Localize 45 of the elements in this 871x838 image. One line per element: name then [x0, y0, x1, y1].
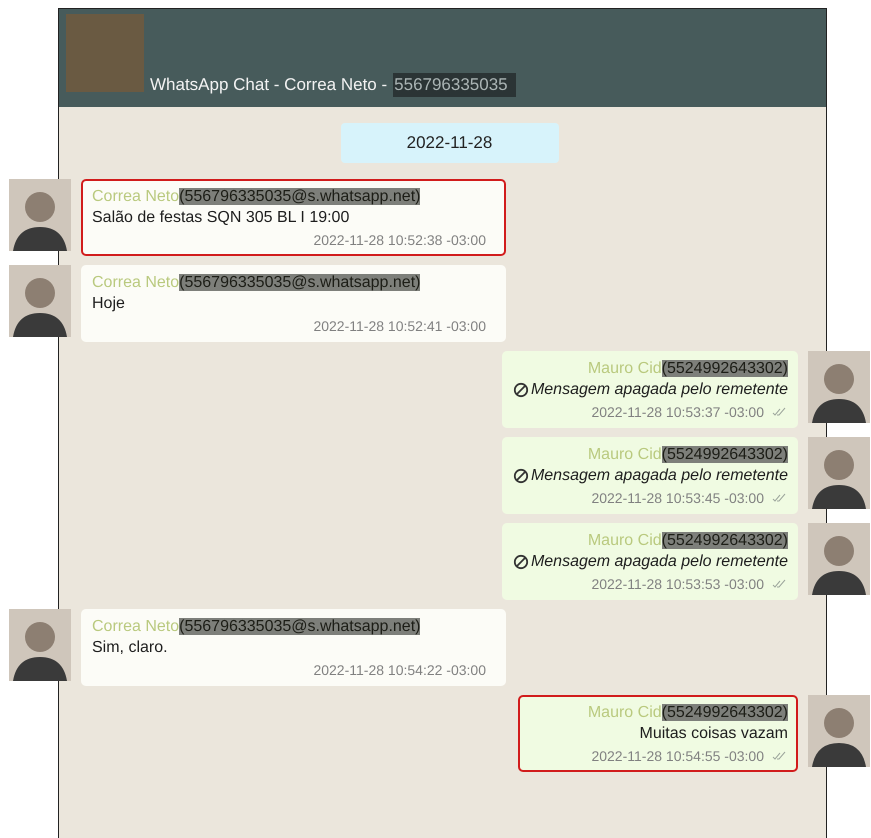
message-time: 2022-11-28 10:54:22 -03:00 — [313, 662, 486, 678]
message-time: 2022-11-28 10:53:37 -03:00 — [591, 404, 764, 420]
sender-name: Mauro Cid — [588, 532, 662, 549]
message-text: Salão de festas SQN 305 BL I 19:00 — [92, 208, 350, 228]
avatar-silhouette-icon — [9, 609, 71, 681]
avatar-silhouette-icon — [808, 695, 870, 767]
sender-name: Mauro Cid — [588, 360, 662, 377]
sender-name: Correa Neto — [92, 618, 180, 635]
sender-id: (5524992643302) — [662, 532, 788, 549]
avatar-silhouette-icon — [808, 351, 870, 423]
sender-id: (5524992643302) — [662, 446, 788, 463]
message-text: Hoje — [92, 294, 125, 314]
phone-number: 556796335035 — [393, 73, 516, 97]
sender-id: (556796335035@s.whatsapp.net) — [179, 618, 420, 635]
message-time: 2022-11-28 10:54:55 -03:00 — [591, 748, 764, 764]
chat-title: WhatsApp Chat - Correa Neto - — [150, 75, 388, 96]
message-text: Mensagem apagada pelo remetente — [530, 552, 788, 572]
date-chip: 2022-11-28 — [340, 123, 558, 163]
prohibited-icon — [512, 468, 529, 484]
sender-id: (5524992643302) — [662, 704, 788, 721]
message-text: Mensagem apagada pelo remetente — [530, 466, 788, 486]
message-text: Sim, claro. — [92, 638, 168, 658]
avatar-silhouette-icon — [9, 179, 71, 251]
sender-id: (556796335035@s.whatsapp.net) — [179, 188, 420, 205]
sender-id: (5524992643302) — [662, 360, 788, 377]
sender-name: Correa Neto — [92, 188, 180, 205]
prohibited-icon — [512, 382, 529, 398]
message-time: 2022-11-28 10:53:45 -03:00 — [591, 490, 764, 506]
prohibited-icon — [512, 554, 529, 570]
sender-name: Mauro Cid — [588, 446, 662, 463]
message-time: 2022-11-28 10:53:53 -03:00 — [591, 576, 764, 592]
message-text: Mensagem apagada pelo remetente — [530, 380, 788, 400]
message-time: 2022-11-28 10:52:41 -03:00 — [313, 318, 486, 334]
avatar-silhouette-icon — [808, 523, 870, 595]
sender-name: Mauro Cid — [588, 704, 662, 721]
message-time: 2022-11-28 10:52:38 -03:00 — [313, 232, 486, 248]
double-check-icon — [772, 407, 786, 417]
sender-name: Correa Neto — [92, 274, 180, 291]
avatar-silhouette-icon — [9, 265, 71, 337]
sender-id: (556796335035@s.whatsapp.net) — [179, 274, 420, 291]
message-text: Muitas coisas vazam — [640, 724, 788, 744]
double-check-icon — [772, 751, 786, 761]
avatar-silhouette-icon — [808, 437, 870, 509]
double-check-icon — [772, 579, 786, 589]
double-check-icon — [772, 493, 786, 503]
